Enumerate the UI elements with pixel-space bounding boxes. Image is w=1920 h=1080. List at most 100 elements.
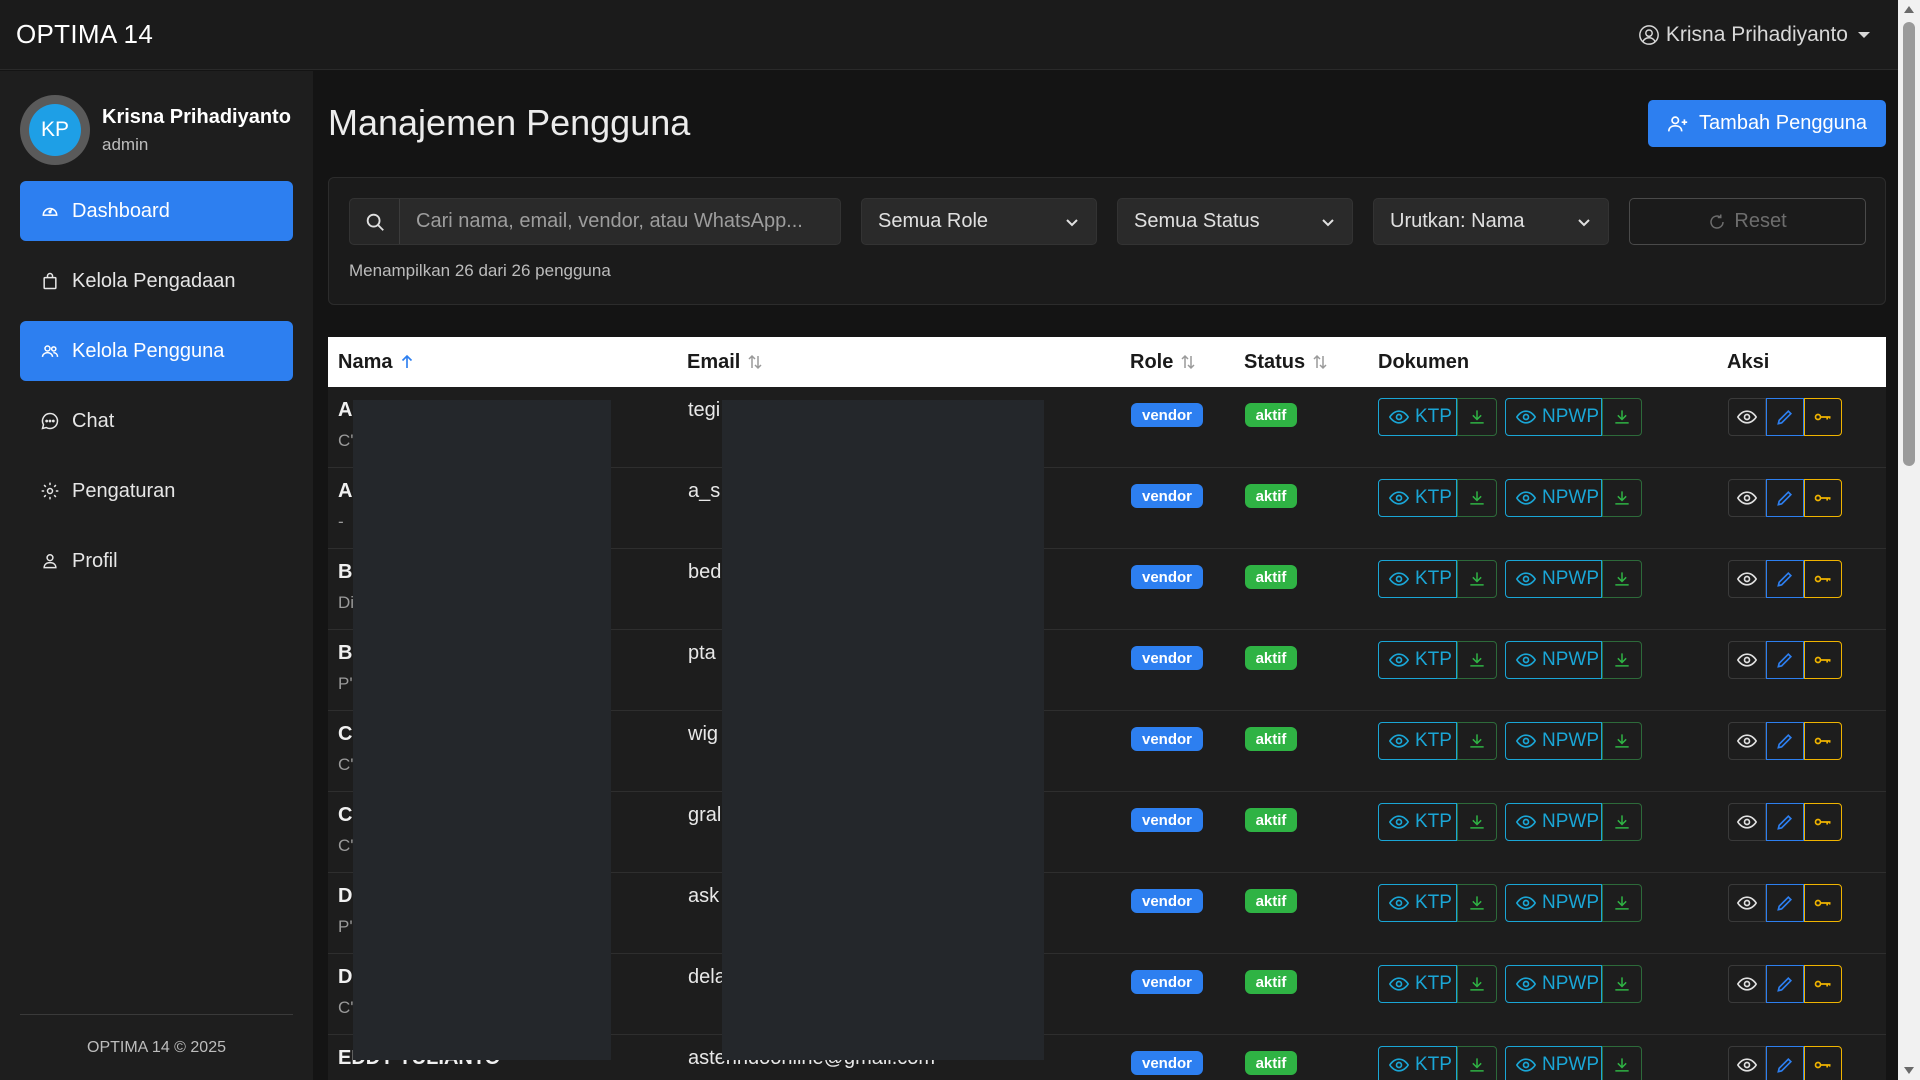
key-icon bbox=[1813, 893, 1833, 913]
eye-icon bbox=[1516, 893, 1536, 913]
edit-user-button[interactable] bbox=[1766, 479, 1804, 517]
user-name: C bbox=[338, 804, 353, 826]
download-ktp-button[interactable] bbox=[1457, 884, 1497, 922]
role-badge: vendor bbox=[1131, 646, 1203, 670]
reset-password-button[interactable] bbox=[1804, 803, 1842, 841]
download-npwp-button[interactable] bbox=[1602, 398, 1642, 436]
user-menu-name: Krisna Prihadiyanto bbox=[1665, 22, 1848, 46]
download-npwp-button[interactable] bbox=[1602, 641, 1642, 679]
sidebar-item-chat[interactable]: Chat bbox=[20, 391, 293, 451]
view-npwp-button[interactable]: NPWP bbox=[1505, 1046, 1602, 1080]
download-npwp-button[interactable] bbox=[1602, 965, 1642, 1003]
sidebar-item-kelola-pengadaan[interactable]: Kelola Pengadaan bbox=[20, 251, 293, 311]
add-user-button[interactable]: Tambah Pengguna bbox=[1648, 100, 1886, 147]
download-ktp-button[interactable] bbox=[1457, 560, 1497, 598]
edit-user-button[interactable] bbox=[1766, 560, 1804, 598]
view-user-button[interactable] bbox=[1728, 560, 1766, 598]
user-vendor: C' bbox=[338, 431, 354, 450]
view-npwp-button[interactable]: NPWP bbox=[1505, 722, 1602, 760]
download-ktp-button[interactable] bbox=[1457, 722, 1497, 760]
view-ktp-button[interactable]: KTP bbox=[1378, 398, 1457, 436]
edit-user-button[interactable] bbox=[1766, 884, 1804, 922]
download-icon bbox=[1467, 488, 1487, 508]
download-npwp-button[interactable] bbox=[1602, 479, 1642, 517]
sidebar-item-profil[interactable]: Profil bbox=[20, 531, 293, 591]
download-ktp-button[interactable] bbox=[1457, 1046, 1497, 1080]
view-user-button[interactable] bbox=[1728, 803, 1766, 841]
view-ktp-button[interactable]: KTP bbox=[1378, 479, 1457, 517]
sort-select[interactable]: Urutkan: Nama bbox=[1373, 198, 1609, 245]
download-ktp-button[interactable] bbox=[1457, 641, 1497, 679]
header-email[interactable]: Email bbox=[687, 351, 764, 374]
edit-user-button[interactable] bbox=[1766, 1046, 1804, 1080]
view-user-button[interactable] bbox=[1728, 965, 1766, 1003]
view-user-button[interactable] bbox=[1728, 479, 1766, 517]
sidebar-item-dashboard[interactable]: Dashboard bbox=[20, 181, 293, 241]
reset-password-button[interactable] bbox=[1804, 884, 1842, 922]
view-npwp-button[interactable]: NPWP bbox=[1505, 641, 1602, 679]
header-nama[interactable]: Nama bbox=[338, 351, 416, 374]
view-npwp-button[interactable]: NPWP bbox=[1505, 479, 1602, 517]
header-aksi: Aksi bbox=[1727, 351, 1769, 374]
view-ktp-button[interactable]: KTP bbox=[1378, 641, 1457, 679]
sidebar-item-kelola-pengguna[interactable]: Kelola Pengguna bbox=[20, 321, 293, 381]
chevron-down-icon bbox=[1322, 218, 1334, 226]
reset-password-button[interactable] bbox=[1804, 479, 1842, 517]
reset-button[interactable]: Reset bbox=[1629, 198, 1866, 245]
reset-password-button[interactable] bbox=[1804, 560, 1842, 598]
role-select[interactable]: Semua Role bbox=[861, 198, 1097, 245]
status-select-value: Semua Status bbox=[1134, 210, 1260, 232]
view-ktp-button[interactable]: KTP bbox=[1378, 1046, 1457, 1080]
view-ktp-button[interactable]: KTP bbox=[1378, 965, 1457, 1003]
role-select-value: Semua Role bbox=[878, 210, 989, 232]
view-npwp-button[interactable]: NPWP bbox=[1505, 884, 1602, 922]
reset-password-button[interactable] bbox=[1804, 722, 1842, 760]
brand-logo[interactable]: OPTIMA 14 bbox=[16, 19, 153, 50]
edit-user-button[interactable] bbox=[1766, 722, 1804, 760]
download-npwp-button[interactable] bbox=[1602, 722, 1642, 760]
download-ktp-button[interactable] bbox=[1457, 479, 1497, 517]
download-npwp-button[interactable] bbox=[1602, 884, 1642, 922]
status-select[interactable]: Semua Status bbox=[1117, 198, 1353, 245]
view-user-button[interactable] bbox=[1728, 1046, 1766, 1080]
page-scrollbar[interactable] bbox=[1898, 0, 1920, 1080]
view-npwp-button[interactable]: NPWP bbox=[1505, 398, 1602, 436]
reset-password-button[interactable] bbox=[1804, 1046, 1842, 1080]
view-ktp-button[interactable]: KTP bbox=[1378, 884, 1457, 922]
header-role[interactable]: Role bbox=[1130, 351, 1197, 374]
sidebar-item-pengaturan[interactable]: Pengaturan bbox=[20, 461, 293, 521]
download-npwp-button[interactable] bbox=[1602, 1046, 1642, 1080]
header-status[interactable]: Status bbox=[1244, 351, 1329, 374]
edit-user-button[interactable] bbox=[1766, 965, 1804, 1003]
view-npwp-button[interactable]: NPWP bbox=[1505, 560, 1602, 598]
user-menu-dropdown[interactable]: Krisna Prihadiyanto bbox=[1638, 23, 1870, 47]
scroll-down-arrow-icon[interactable] bbox=[1904, 1067, 1914, 1074]
view-ktp-button[interactable]: KTP bbox=[1378, 722, 1457, 760]
search-input[interactable] bbox=[400, 199, 840, 244]
key-icon bbox=[1813, 488, 1833, 508]
download-ktp-button[interactable] bbox=[1457, 803, 1497, 841]
reset-password-button[interactable] bbox=[1804, 398, 1842, 436]
view-npwp-button[interactable]: NPWP bbox=[1505, 965, 1602, 1003]
download-npwp-button[interactable] bbox=[1602, 560, 1642, 598]
download-ktp-button[interactable] bbox=[1457, 965, 1497, 1003]
ktp-label: KTP bbox=[1415, 487, 1452, 508]
view-user-button[interactable] bbox=[1728, 641, 1766, 679]
edit-user-button[interactable] bbox=[1766, 803, 1804, 841]
edit-user-button[interactable] bbox=[1766, 641, 1804, 679]
edit-user-button[interactable] bbox=[1766, 398, 1804, 436]
view-user-button[interactable] bbox=[1728, 884, 1766, 922]
table-header: Nama Email Role Status Dokumen Aksi bbox=[328, 337, 1886, 387]
view-ktp-button[interactable]: KTP bbox=[1378, 803, 1457, 841]
reset-password-button[interactable] bbox=[1804, 965, 1842, 1003]
scrollbar-thumb[interactable] bbox=[1903, 22, 1915, 466]
npwp-label: NPWP bbox=[1542, 973, 1599, 994]
view-user-button[interactable] bbox=[1728, 398, 1766, 436]
scroll-up-arrow-icon[interactable] bbox=[1904, 6, 1914, 13]
reset-password-button[interactable] bbox=[1804, 641, 1842, 679]
download-ktp-button[interactable] bbox=[1457, 398, 1497, 436]
download-npwp-button[interactable] bbox=[1602, 803, 1642, 841]
view-user-button[interactable] bbox=[1728, 722, 1766, 760]
view-ktp-button[interactable]: KTP bbox=[1378, 560, 1457, 598]
view-npwp-button[interactable]: NPWP bbox=[1505, 803, 1602, 841]
